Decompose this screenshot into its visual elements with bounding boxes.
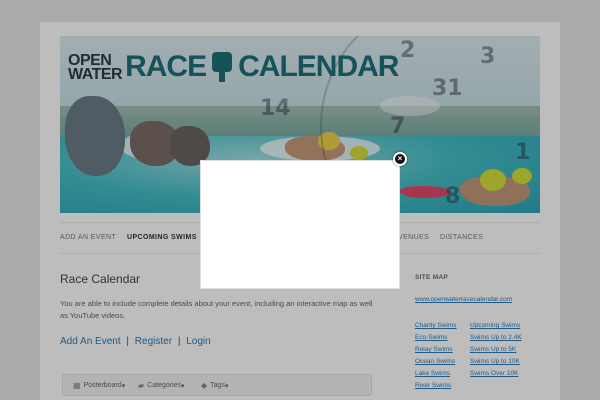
modal-dialog [200,160,400,289]
close-icon[interactable]: × [393,152,407,166]
